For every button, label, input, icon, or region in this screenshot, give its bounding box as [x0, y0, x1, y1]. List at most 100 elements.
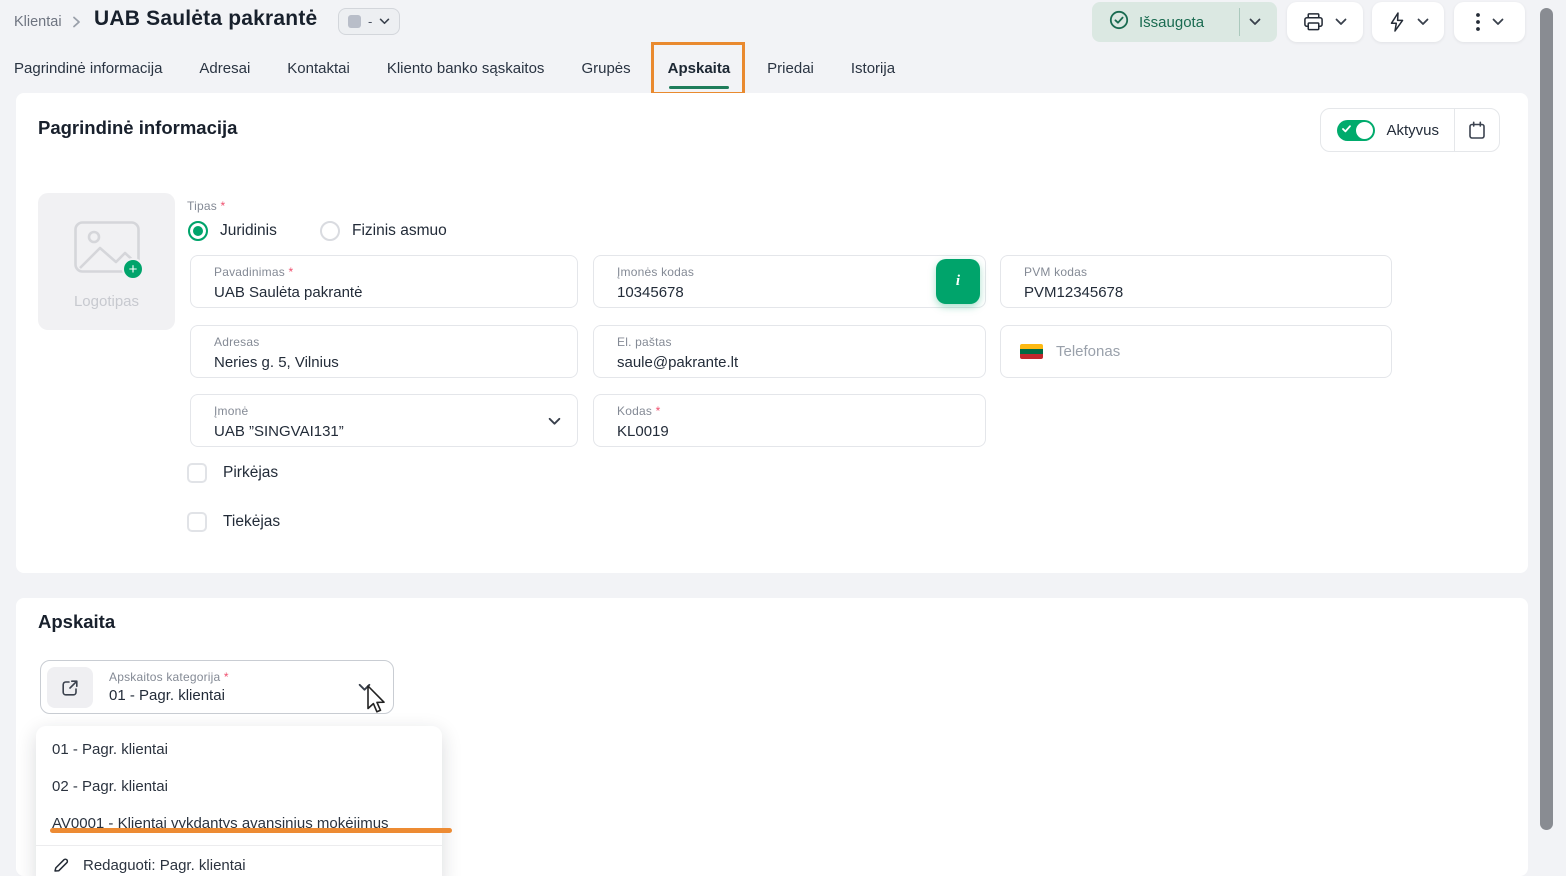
active-toggle-label: Aktyvus [1386, 122, 1439, 139]
adresas-field[interactable]: Adresas Neries g. 5, Vilnius [190, 325, 578, 378]
apskaita-card-title: Apskaita [38, 611, 115, 633]
version-selector[interactable]: - [338, 8, 400, 35]
dropdown-edit-option[interactable]: Redaguoti: Pagr. klientai [36, 846, 442, 876]
imone-select[interactable]: Įmonė UAB ”SINGVAI131” [190, 394, 578, 447]
client-detail-page: Klientai UAB Saulėta pakrantė - Išsaugot… [0, 0, 1566, 876]
category-dropdown-menu: 01 - Pagr. klientai 02 - Pagr. klientai … [36, 726, 442, 876]
version-value: - [368, 14, 372, 29]
tab-kliento-banko-saskaitos[interactable]: Kliento banko sąskaitos [387, 60, 545, 77]
actions-dropdown-button[interactable] [1372, 2, 1444, 42]
check-circle-icon [1109, 10, 1129, 35]
imones-kodas-label: Įmonės kodas [617, 265, 967, 279]
annotation-underline [50, 828, 452, 833]
annotation-highlight-box [651, 42, 746, 95]
company-info-button[interactable]: i [936, 259, 980, 304]
pavadinimas-field[interactable]: Pavadinimas UAB Saulėta pakrantė [190, 255, 578, 308]
el-pastas-value: saule@pakrante.lt [617, 354, 967, 371]
breadcrumb-chevron-icon [72, 15, 81, 33]
chevron-down-icon [1335, 18, 1347, 26]
breadcrumb-klientai[interactable]: Klientai [14, 14, 62, 30]
logo-label: Logotipas [38, 293, 175, 310]
tab-grupes[interactable]: Grupės [581, 60, 630, 77]
checkbox-tiekejas[interactable]: Tiekėjas [187, 512, 280, 532]
chevron-down-icon [548, 417, 561, 426]
open-record-button[interactable] [47, 667, 93, 708]
toggle-knob [1356, 122, 1373, 139]
active-toggle-group: Aktyvus [1320, 108, 1500, 152]
external-link-icon [61, 679, 79, 697]
checkbox-pirkejas[interactable]: Pirkėjas [187, 463, 278, 483]
check-icon [1342, 125, 1351, 133]
lithuania-flag-icon [1020, 344, 1043, 359]
imone-label: Įmonė [214, 404, 559, 418]
kodas-label: Kodas [617, 404, 967, 418]
kebab-menu-icon [1475, 12, 1481, 32]
el-pastas-field[interactable]: El. paštas saule@pakrante.lt [593, 325, 986, 378]
apskaitos-kategorija-value: 01 - Pagr. klientai [109, 687, 225, 704]
saved-status-button[interactable]: Išsaugota [1092, 2, 1277, 42]
kodas-value: KL0019 [617, 423, 967, 440]
chevron-down-icon [379, 18, 390, 25]
printer-icon [1303, 12, 1324, 32]
card-title: Pagrindinė informacija [38, 117, 237, 139]
imones-kodas-field[interactable]: Įmonės kodas 10345678 [593, 255, 986, 308]
pvm-kodas-label: PVM kodas [1024, 265, 1373, 279]
dropdown-option-02[interactable]: 02 - Pagr. klientai [36, 768, 442, 805]
active-toggle[interactable] [1337, 120, 1375, 141]
telefonas-field[interactable]: Telefonas [1000, 325, 1392, 378]
saved-status-label: Išsaugota [1139, 14, 1204, 31]
imone-value: UAB ”SINGVAI131” [214, 423, 559, 440]
color-swatch-icon [348, 15, 361, 28]
calendar-icon [1468, 121, 1486, 140]
tab-adresai[interactable]: Adresai [199, 60, 250, 77]
page-title: UAB Saulėta pakrantė [94, 7, 317, 31]
dropdown-option-01[interactable]: 01 - Pagr. klientai [36, 731, 442, 768]
active-toggle-wrap: Aktyvus [1321, 120, 1454, 141]
radio-fizinis-label: Fizinis asmuo [352, 222, 447, 240]
pvm-kodas-value: PVM12345678 [1024, 284, 1373, 301]
saved-dropdown-chevron-icon[interactable] [1249, 18, 1261, 26]
add-logo-badge-icon[interactable]: + [122, 258, 144, 280]
radio-unselected-icon [320, 221, 340, 241]
apskaitos-kategorija-select[interactable]: Apskaitos kategorija 01 - Pagr. klientai [40, 660, 394, 714]
tab-kontaktai[interactable]: Kontaktai [287, 60, 350, 77]
kodas-field[interactable]: Kodas KL0019 [593, 394, 986, 447]
dropdown-edit-label: Redaguoti: Pagr. klientai [83, 857, 246, 874]
lightning-icon [1388, 12, 1406, 32]
chevron-down-icon[interactable] [358, 683, 371, 692]
dropdown-option-av0001[interactable]: AV0001 - Klientai vykdantys avansinius m… [36, 805, 442, 842]
chevron-down-icon [1417, 18, 1429, 26]
radio-selected-icon [188, 221, 208, 241]
tab-istorija[interactable]: Istorija [851, 60, 895, 77]
logo-upload[interactable]: + Logotipas [38, 193, 175, 330]
pavadinimas-label: Pavadinimas [214, 265, 559, 279]
imones-kodas-value: 10345678 [617, 284, 967, 301]
apskaitos-kategorija-label: Apskaitos kategorija [109, 670, 229, 684]
pvm-kodas-field[interactable]: PVM kodas PVM12345678 [1000, 255, 1392, 308]
adresas-label: Adresas [214, 335, 559, 349]
type-label: Tipas [187, 199, 225, 213]
tab-priedai[interactable]: Priedai [767, 60, 814, 77]
tab-pagrindine-informacija[interactable]: Pagrindinė informacija [14, 60, 162, 77]
radio-fizinis-asmuo[interactable]: Fizinis asmuo [320, 221, 447, 241]
checkbox-unchecked-icon [187, 463, 207, 483]
el-pastas-label: El. paštas [617, 335, 967, 349]
tab-apskaita[interactable]: Apskaita [668, 60, 731, 77]
chevron-down-icon [1492, 18, 1504, 26]
button-divider [1239, 8, 1240, 36]
tab-bar: Pagrindinė informacija Adresai Kontaktai… [14, 50, 895, 86]
main-info-card: Pagrindinė informacija Aktyvus [16, 93, 1528, 573]
vertical-scrollbar[interactable] [1540, 8, 1553, 830]
adresas-value: Neries g. 5, Vilnius [214, 354, 559, 371]
pirkejas-label: Pirkėjas [223, 464, 278, 482]
print-dropdown-button[interactable] [1287, 2, 1363, 42]
tiekejas-label: Tiekėjas [223, 513, 280, 531]
radio-juridinis[interactable]: Juridinis [188, 221, 277, 241]
pavadinimas-value: UAB Saulėta pakrantė [214, 284, 559, 301]
telefonas-placeholder: Telefonas [1056, 343, 1120, 360]
pencil-icon [53, 857, 69, 873]
more-options-dropdown-button[interactable] [1454, 2, 1525, 42]
checkbox-unchecked-icon [187, 512, 207, 532]
calendar-button[interactable] [1455, 109, 1499, 151]
radio-juridinis-label: Juridinis [220, 222, 277, 240]
